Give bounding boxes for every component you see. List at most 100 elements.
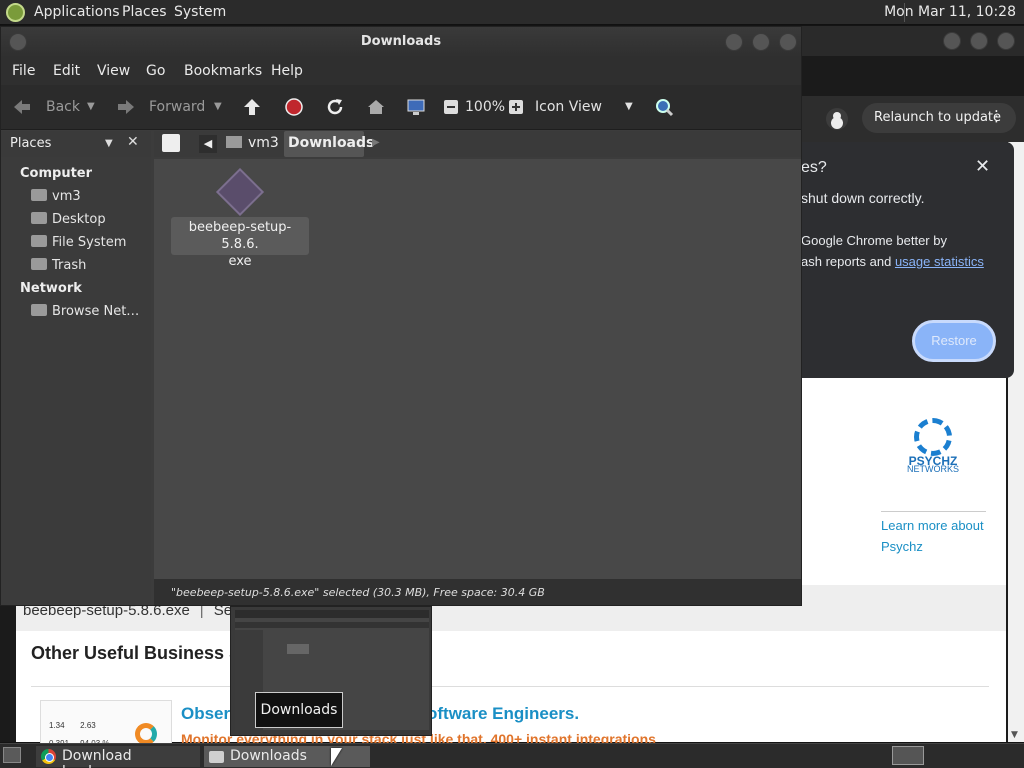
popup-message: shut down correctly. — [801, 190, 925, 206]
show-desktop-icon[interactable] — [3, 747, 21, 763]
learn-more-link[interactable]: Learn more about Psychz — [881, 515, 991, 557]
sidebar-section-network: Network — [20, 281, 82, 296]
path-crumb-vm3[interactable]: vm3 — [226, 135, 279, 151]
popup-help-text: Google Chrome better by — [801, 233, 947, 248]
back-dropdown-icon[interactable]: ▼ — [87, 101, 95, 112]
thumb-value: 2.63 — [80, 721, 96, 730]
computer-icon[interactable] — [406, 97, 426, 117]
path-left-arrow-icon[interactable]: ◀ — [199, 135, 217, 153]
divider — [31, 686, 989, 687]
file-name-line1: beebeep-setup-5.8.6. — [188, 220, 292, 252]
applications-menu[interactable]: Applications — [34, 4, 120, 20]
chrome-maximize-button[interactable] — [970, 32, 988, 50]
places-menu[interactable]: Places — [122, 4, 167, 20]
sidebar-pane-select[interactable]: Places — [10, 136, 51, 151]
file-name-line2: exe — [228, 254, 252, 269]
chrome-icon — [41, 749, 56, 764]
sidebar-item-trash[interactable]: Trash — [31, 258, 86, 273]
preview-titlebar — [235, 610, 429, 618]
close-sidebar-icon[interactable]: ✕ — [127, 134, 139, 150]
zoom-out-icon[interactable] — [441, 97, 461, 117]
relaunch-to-update-button[interactable]: Relaunch to update ⋮ — [862, 103, 1016, 133]
sidebar-section-computer: Computer — [20, 166, 93, 181]
restore-button[interactable]: Restore — [912, 320, 996, 362]
forward-arrow-icon[interactable] — [116, 97, 136, 117]
menu-file[interactable]: File — [12, 63, 35, 79]
chrome-minimize-button[interactable] — [943, 32, 961, 50]
popup-title: es? — [801, 159, 827, 176]
mouse-cursor-icon — [331, 748, 342, 766]
minimize-button[interactable] — [725, 33, 743, 51]
home-folder-icon — [31, 189, 47, 201]
sidebar-item-label: Trash — [52, 258, 87, 273]
toolbar: Back ▼ Forward ▼ 100% Icon View ▼ — [1, 85, 801, 130]
more-menu-icon[interactable]: ⋮ — [989, 107, 1004, 125]
psychz-logo-icon — [914, 418, 952, 456]
sidebar-item-vm3[interactable]: vm3 — [31, 189, 81, 204]
desktop-folder-icon — [31, 212, 47, 224]
sidebar-item-label: Desktop — [52, 212, 106, 227]
popup-help-prefix: ash reports and — [801, 254, 895, 269]
taskbar-item-label: Download beebeep... — [62, 748, 136, 768]
chevron-down-icon[interactable]: ▼ — [105, 138, 113, 149]
profile-icon[interactable] — [826, 108, 848, 130]
sidebar-item-file-system[interactable]: File System — [31, 235, 126, 250]
menu-bookmarks[interactable]: Bookmarks — [184, 63, 262, 79]
path-right-arrow-icon[interactable]: ▶ — [372, 137, 380, 148]
sidebar-header: Places ▼ ✕ — [1, 131, 151, 157]
trash-icon — [31, 258, 47, 270]
menu-help[interactable]: Help — [271, 63, 303, 79]
clock[interactable]: Mon Mar 11, 10:28 — [884, 4, 1016, 20]
menu-edit[interactable]: Edit — [53, 63, 80, 79]
zoom-level[interactable]: 100% — [465, 99, 505, 115]
usage-statistics-link[interactable]: usage statistics — [895, 254, 984, 269]
ad-brand-sub: NETWORKS — [906, 464, 959, 474]
zoom-in-icon[interactable] — [506, 97, 526, 117]
sidebar-item-label: File System — [52, 235, 127, 250]
sidebar-item-browse-network[interactable]: Browse Net… — [31, 304, 139, 319]
menubar: File Edit View Go Bookmarks Help — [1, 57, 801, 85]
chrome-titlebar — [800, 26, 1024, 56]
back-button[interactable]: Back — [46, 99, 80, 115]
close-icon[interactable]: ✕ — [975, 156, 990, 177]
product-title-link-tail[interactable]: oftware Engineers. — [427, 704, 579, 724]
up-arrow-icon[interactable] — [242, 97, 262, 117]
back-arrow-icon[interactable] — [12, 97, 32, 117]
sidebar: Computer vm3 Desktop File System Trash N… — [1, 157, 151, 605]
chrome-close-button[interactable] — [997, 32, 1015, 50]
preview-file — [287, 644, 309, 654]
menu-go[interactable]: Go — [146, 63, 165, 79]
search-icon[interactable] — [654, 97, 674, 117]
status-text: "beebeep-setup-5.8.6.exe" selected (30.3… — [171, 586, 545, 599]
sidebar-item-label: vm3 — [52, 189, 81, 204]
menu-view[interactable]: View — [97, 63, 130, 79]
close-button[interactable] — [779, 33, 797, 51]
folder-icon — [209, 751, 224, 763]
system-menu[interactable]: System — [174, 4, 226, 20]
path-crumb-downloads[interactable]: Downloads — [284, 131, 374, 157]
drive-icon — [31, 235, 47, 247]
workspace-switcher[interactable] — [892, 746, 924, 765]
popup-help-text-2: ash reports and usage statistics — [801, 254, 984, 269]
donut-chart-icon — [135, 723, 157, 745]
path-crumb-label: vm3 — [248, 135, 279, 151]
stop-icon[interactable] — [284, 97, 304, 117]
sidebar-item-label: Browse Net… — [52, 304, 140, 319]
home-icon[interactable] — [366, 97, 386, 117]
maximize-button[interactable] — [752, 33, 770, 51]
bottom-panel: Download beebeep... Downloads — [0, 743, 1024, 768]
view-mode-select[interactable]: Icon View — [535, 99, 602, 115]
scroll-down-icon[interactable]: ▼ — [1011, 730, 1018, 740]
taskbar-item-chrome[interactable]: Download beebeep... — [36, 746, 200, 768]
taskbar-item-downloads[interactable]: Downloads — [204, 746, 370, 767]
view-mode-dropdown-icon[interactable]: ▼ — [625, 101, 633, 112]
edit-location-icon[interactable] — [162, 134, 180, 152]
distro-logo-icon[interactable] — [6, 3, 25, 22]
taskbar-item-label: Downloads — [230, 748, 307, 764]
forward-button[interactable]: Forward — [149, 99, 205, 115]
forward-dropdown-icon[interactable]: ▼ — [214, 101, 222, 112]
window-titlebar[interactable]: Downloads — [1, 27, 801, 57]
sidebar-item-desktop[interactable]: Desktop — [31, 212, 106, 227]
file-item-label[interactable]: beebeep-setup-5.8.6. exe — [171, 217, 309, 269]
reload-icon[interactable] — [325, 97, 345, 117]
